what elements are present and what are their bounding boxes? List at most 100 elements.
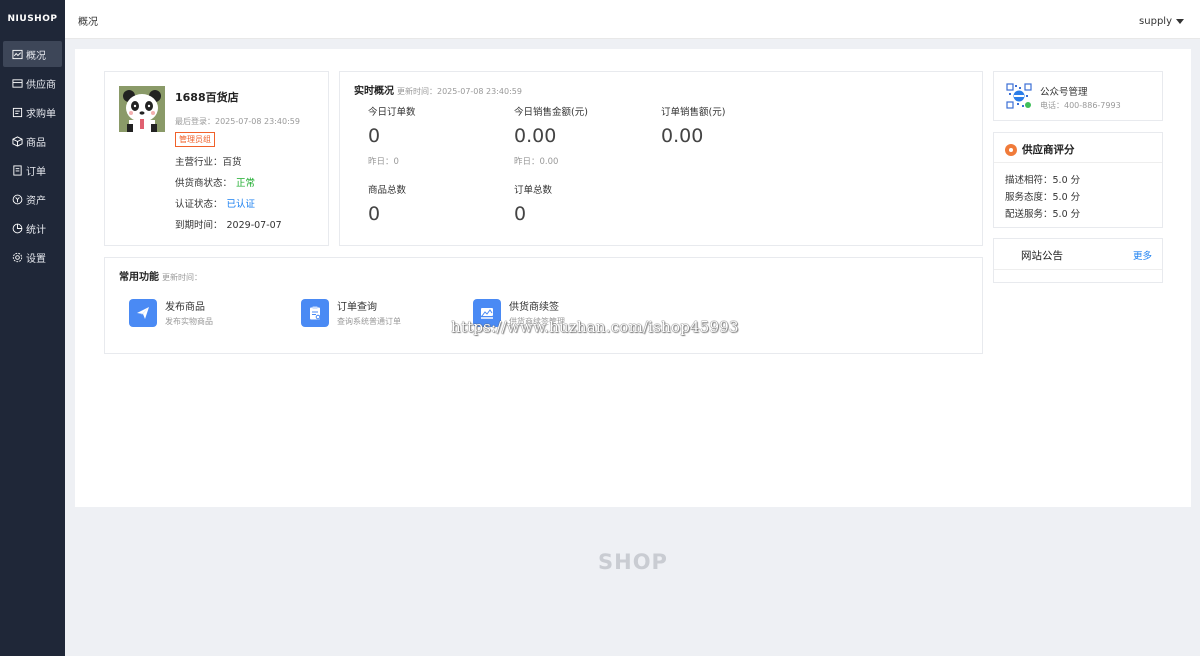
stat-today-sales: 今日销售金额(元) 0.00 昨日：0.00 <box>514 104 588 167</box>
sidebar-item-overview[interactable]: 概况 <box>3 41 62 67</box>
main-panel: 1688百货店 最后登录：2025-07-08 23:40:59 管理员组 主营… <box>75 49 1191 507</box>
function-publish-goods[interactable]: 发布商品 发布实物商品 <box>129 298 213 327</box>
stat-total-orders: 订单总数 0 <box>514 182 552 225</box>
stat-label: 订单销售额(元) <box>661 107 726 118</box>
sidebar-item-goods[interactable]: 商品 <box>3 128 62 154</box>
stat-today-orders: 今日订单数 0 昨日：0 <box>368 104 416 167</box>
supplier-rating-card: 供应商评分 描述相符：5.0 分 服务态度：5.0 分 配送服务：5.0 分 <box>993 132 1163 228</box>
rating-value: 5.0 分 <box>1052 209 1081 220</box>
industry-row: 主营行业：百货 <box>175 154 242 168</box>
qr-code-icon <box>1006 83 1032 109</box>
sidebar: NIUSHOP 概况 供应商 求购单 商品 订单 资产 统计 设置 <box>0 0 65 656</box>
purchase-icon <box>11 106 23 118</box>
sidebar-item-label: 设置 <box>26 253 46 265</box>
store-avatar[interactable] <box>119 86 165 132</box>
sidebar-item-order[interactable]: 订单 <box>3 157 62 183</box>
wechat-title: 公众号管理 <box>1040 87 1088 98</box>
app-logo[interactable]: NIUSHOP <box>0 0 65 38</box>
stats-icon <box>11 222 23 234</box>
function-desc: 发布实物商品 <box>165 317 213 326</box>
functions-title: 常用功能 更新时间： <box>119 268 202 283</box>
industry-value: 百货 <box>222 157 242 168</box>
supplier-icon <box>11 77 23 89</box>
sidebar-item-label: 统计 <box>26 224 46 236</box>
user-menu[interactable]: supply <box>1139 16 1184 27</box>
rating-label: 服务态度： <box>1005 192 1053 203</box>
sidebar-item-label: 商品 <box>26 137 46 149</box>
settings-icon <box>11 251 23 263</box>
supplier-status-row: 供货商状态： 正常 <box>175 175 255 189</box>
realtime-title: 实时概况 更新时间：2025-07-08 23:40:59 <box>354 82 522 97</box>
rating-row: 描述相符：5.0 分 <box>1005 172 1080 186</box>
rating-value: 5.0 分 <box>1052 192 1081 203</box>
sidebar-item-settings[interactable]: 设置 <box>3 244 62 270</box>
supplier-status-label: 供货商状态： <box>175 178 233 189</box>
sidebar-item-supplier[interactable]: 供应商 <box>3 70 62 96</box>
stat-label: 商品总数 <box>368 185 407 196</box>
stat-value: 0.00 <box>661 125 704 147</box>
order-icon <box>11 164 23 176</box>
caret-down-icon <box>1176 19 1184 24</box>
rating-header: 供应商评分 <box>1005 142 1075 157</box>
sidebar-item-label: 订单 <box>26 166 46 178</box>
stat-label: 今日订单数 <box>368 107 416 118</box>
function-desc: 查询系统普通订单 <box>337 317 401 326</box>
goods-icon <box>11 135 23 147</box>
function-title: 订单查询 <box>337 302 377 313</box>
clipboard-icon <box>301 298 329 327</box>
function-order-query[interactable]: 订单查询 查询系统普通订单 <box>301 298 401 327</box>
expire-label: 到期时间： <box>175 220 223 231</box>
role-badge: 管理员组 <box>175 132 215 147</box>
rating-label: 配送服务： <box>1005 209 1053 220</box>
notice-title: 网站公告 <box>1021 250 1063 262</box>
stat-order-sales: 订单销售额(元) 0.00 <box>661 104 725 147</box>
sidebar-item-label: 供应商 <box>26 79 56 91</box>
rating-value: 5.0 分 <box>1052 175 1081 186</box>
stat-value: 0.00 <box>514 125 557 147</box>
auth-status-row: 认证状态： 已认证 <box>175 196 255 210</box>
rating-row: 配送服务：5.0 分 <box>1005 206 1080 220</box>
stat-value: 0 <box>368 125 381 147</box>
divider <box>994 162 1162 163</box>
sidebar-item-asset[interactable]: 资产 <box>3 186 62 212</box>
dashboard-icon <box>11 48 23 60</box>
functions-title-text: 常用功能 <box>119 272 159 283</box>
panda-avatar-icon <box>119 86 165 132</box>
sidebar-item-purchase[interactable]: 求购单 <box>3 99 62 125</box>
watermark-text: https://www.huzhan.com/ishop45993 <box>451 318 739 336</box>
wechat-account-card[interactable]: 公众号管理 电话：400-886-7993 <box>993 71 1163 121</box>
page-title: 概况 <box>78 17 98 28</box>
footer-brand: SHOP <box>598 550 668 574</box>
expire-value: 2029-07-07 <box>226 220 282 231</box>
stat-label: 今日销售金额(元) <box>514 107 588 118</box>
store-info-card: 1688百货店 最后登录：2025-07-08 23:40:59 管理员组 主营… <box>104 71 329 246</box>
realtime-title-text: 实时概况 <box>354 86 394 97</box>
stat-yesterday: 昨日：0.00 <box>514 157 559 167</box>
wechat-phone: 电话：400-886-7993 <box>1040 101 1121 110</box>
stat-total-goods: 商品总数 0 <box>368 182 406 225</box>
rating-row: 服务态度：5.0 分 <box>1005 189 1080 203</box>
sidebar-item-stats[interactable]: 统计 <box>3 215 62 241</box>
sidebar-item-label: 求购单 <box>26 108 56 120</box>
common-functions-card: 常用功能 更新时间： 发布商品 发布实物商品 订单查询 查询系统普通订单 供货商… <box>104 257 983 354</box>
industry-label: 主营行业： <box>175 157 223 168</box>
auth-status-label: 认证状态： <box>175 199 223 210</box>
last-login: 最后登录：2025-07-08 23:40:59 <box>175 117 300 126</box>
rating-dot-icon <box>1005 143 1017 156</box>
store-name: 1688百货店 <box>175 91 239 104</box>
stat-value: 0 <box>514 203 527 225</box>
functions-update-time: 更新时间： <box>162 273 202 282</box>
expire-row: 到期时间： 2029-07-07 <box>175 217 282 231</box>
notice-more-link[interactable]: 更多 <box>1133 248 1152 262</box>
auth-status-value[interactable]: 已认证 <box>227 199 256 210</box>
divider <box>994 269 1162 270</box>
stat-label: 订单总数 <box>514 185 553 196</box>
stat-value: 0 <box>368 203 381 225</box>
rating-title: 供应商评分 <box>1022 144 1075 156</box>
realtime-overview-card: 实时概况 更新时间：2025-07-08 23:40:59 今日订单数 0 昨日：… <box>339 71 983 246</box>
supplier-status-value: 正常 <box>236 178 256 189</box>
rating-label: 描述相符： <box>1005 175 1053 186</box>
sidebar-item-label: 资产 <box>26 195 46 207</box>
sidebar-item-label: 概况 <box>26 50 46 62</box>
function-title: 发布商品 <box>165 302 205 313</box>
